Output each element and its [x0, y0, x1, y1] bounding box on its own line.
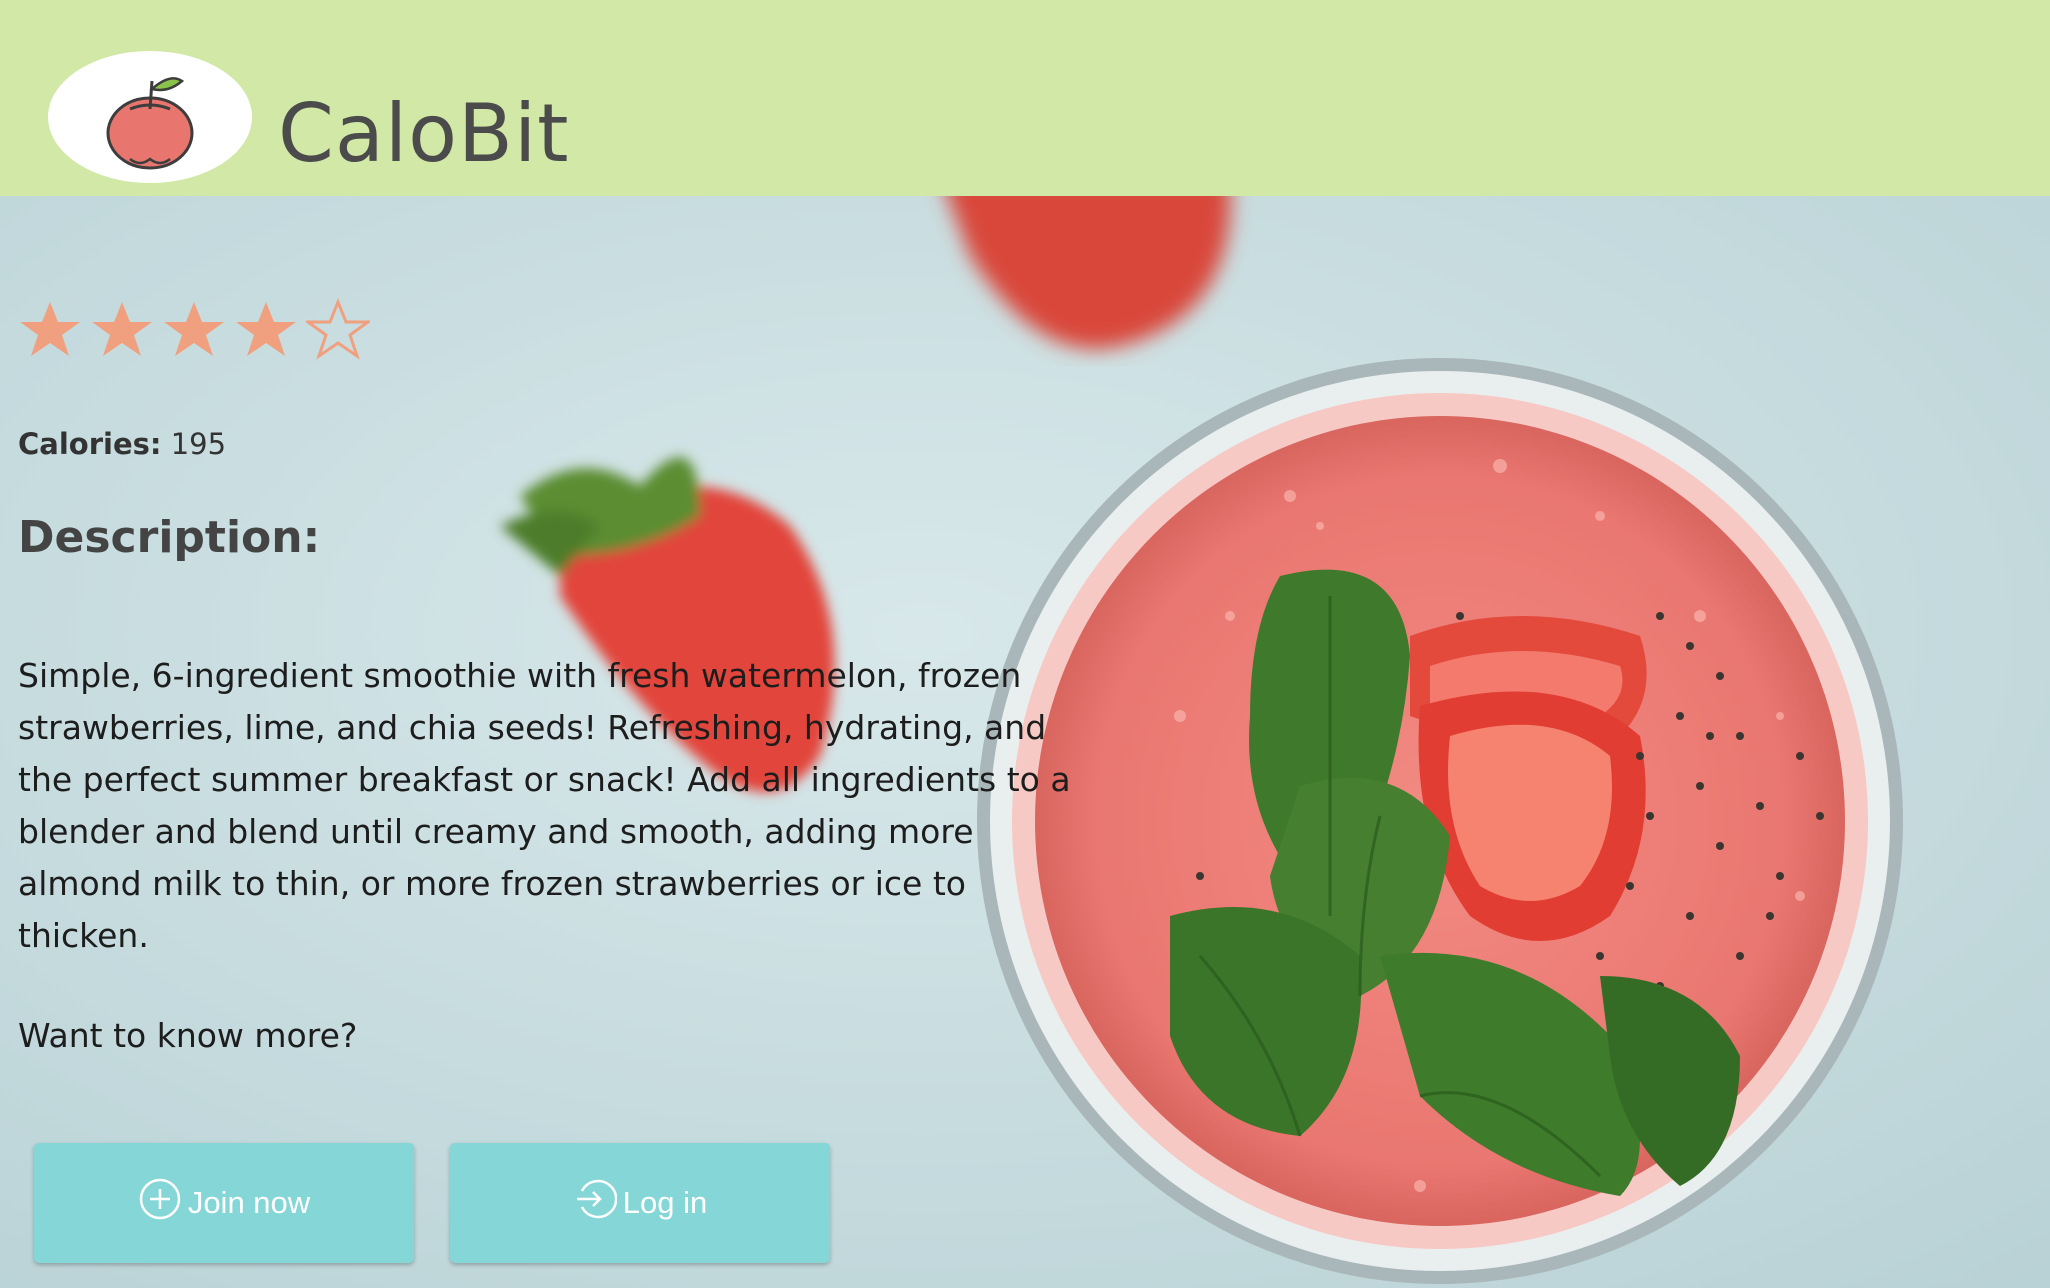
calories-value: 195 — [170, 427, 227, 461]
logo[interactable] — [48, 51, 252, 183]
calories-line: Calories: 195 — [18, 424, 226, 464]
description-heading: Description: — [18, 512, 321, 563]
log-in-button[interactable]: Log in — [450, 1143, 830, 1263]
login-icon — [576, 1179, 617, 1219]
app-title: CaloBit — [278, 87, 570, 180]
log-in-label: Log in — [622, 1185, 708, 1220]
rating-stars — [18, 298, 370, 362]
plus-circle-icon — [139, 1178, 181, 1220]
page: CaloBit Calories: 195 Description: Simpl… — [0, 0, 2050, 1288]
description-body: Simple, 6-ingredient smoothie with fresh… — [18, 656, 1071, 955]
star-filled-icon — [164, 302, 224, 356]
star-empty-icon — [306, 298, 370, 360]
know-more-text: Want to know more? — [18, 1016, 358, 1055]
calories-label: Calories: — [18, 427, 162, 461]
join-now-label: Join now — [187, 1185, 311, 1220]
header: CaloBit — [0, 0, 2050, 196]
join-now-button[interactable]: Join now — [34, 1143, 414, 1263]
apple-icon — [106, 77, 194, 170]
star-filled-icon — [236, 302, 296, 356]
star-filled-icon — [20, 302, 80, 356]
star-filled-icon — [92, 302, 152, 356]
